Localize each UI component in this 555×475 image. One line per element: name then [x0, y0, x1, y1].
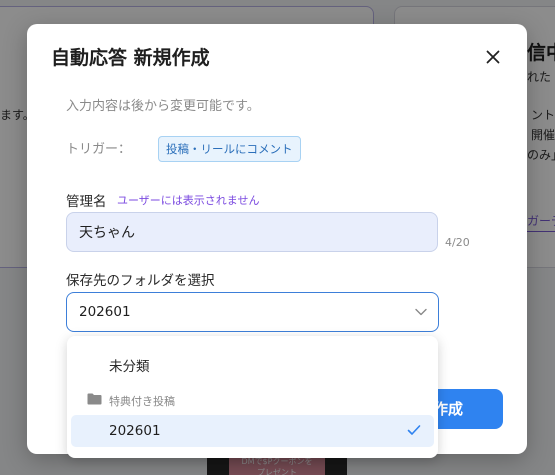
trigger-label: トリガー：: [66, 142, 132, 157]
character-count: 4/20: [445, 236, 470, 249]
dropdown-group-label: 特典付き投稿: [109, 395, 175, 408]
dropdown-group-header: 特典付き投稿: [67, 389, 438, 411]
check-icon: [407, 425, 421, 435]
dropdown-option-202601[interactable]: 202601: [71, 415, 434, 447]
management-name-hint: ユーザーには表示されません: [117, 194, 260, 207]
dropdown-option-uncategorized[interactable]: 未分類: [67, 346, 438, 380]
folder-select-label: 保存先のフォルダを選択: [66, 273, 215, 289]
close-button[interactable]: [482, 46, 504, 68]
modal-title: 自動応答 新規作成: [51, 47, 210, 69]
management-name-label: 管理名: [66, 194, 107, 210]
folder-select[interactable]: 202601: [66, 292, 439, 332]
folder-dropdown-menu: 未分類 特典付き投稿 202601: [67, 336, 438, 458]
chevron-down-icon: [415, 308, 427, 316]
close-icon: [486, 50, 500, 64]
folder-select-value: 202601: [79, 304, 131, 320]
edit-later-note: 入力内容は後から変更可能です。: [66, 99, 260, 114]
dropdown-option-label: 202601: [109, 423, 161, 439]
management-name-input[interactable]: [66, 212, 438, 252]
trigger-badge: 投稿・リールにコメント: [158, 136, 301, 162]
dropdown-option-label: 未分類: [109, 359, 150, 375]
folder-icon: [87, 393, 102, 405]
